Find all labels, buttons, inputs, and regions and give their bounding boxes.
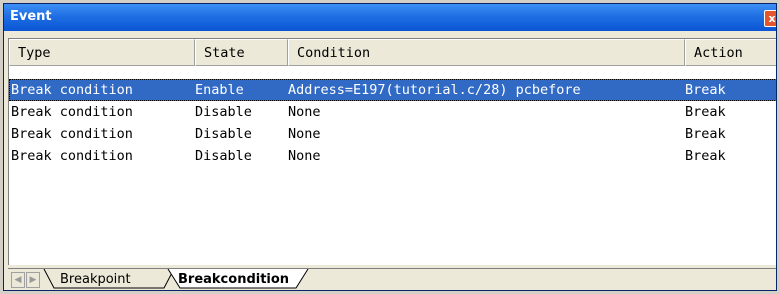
- title-bar[interactable]: Event x: [4, 4, 776, 31]
- sheet-tab-strip: ◀ ▶ Breakpoint Breakcondition: [8, 268, 776, 290]
- cell-condition: Address=E197(tutorial.c/28) pcbefore: [288, 82, 581, 98]
- tab-breakcondition[interactable]: Breakcondition: [178, 269, 289, 289]
- close-button[interactable]: x: [764, 10, 776, 27]
- list-header: Type State Condition Action: [9, 39, 776, 66]
- column-header-action[interactable]: Action: [685, 39, 776, 66]
- cell-condition: None: [288, 148, 321, 164]
- table-row[interactable]: Break condition Enable Address=E197(tuto…: [9, 79, 776, 101]
- cell-state: Disable: [195, 126, 252, 142]
- event-window: Event x Type State Condition Action Brea…: [3, 3, 777, 291]
- cell-action: Break: [685, 82, 726, 98]
- cell-state: Enable: [195, 82, 244, 98]
- close-icon: x: [768, 12, 776, 25]
- cell-type: Break condition: [11, 82, 133, 98]
- column-header-state[interactable]: State: [195, 39, 288, 66]
- cell-type: Break condition: [11, 104, 133, 120]
- cell-action: Break: [685, 126, 726, 142]
- column-header-condition[interactable]: Condition: [288, 39, 685, 66]
- cell-type: Break condition: [11, 148, 133, 164]
- cell-state: Disable: [195, 104, 252, 120]
- column-header-type[interactable]: Type: [9, 39, 195, 66]
- table-row[interactable]: Break condition Disable None Break: [9, 101, 776, 123]
- cell-condition: None: [288, 126, 321, 142]
- window-title: Event: [10, 9, 52, 24]
- event-list[interactable]: Type State Condition Action Break condit…: [8, 38, 776, 265]
- cell-action: Break: [685, 148, 726, 164]
- cell-state: Disable: [195, 148, 252, 164]
- cell-action: Break: [685, 104, 726, 120]
- table-row[interactable]: Break condition Disable None Break: [9, 123, 776, 145]
- cell-type: Break condition: [11, 126, 133, 142]
- tab-breakpoint[interactable]: Breakpoint: [60, 269, 131, 289]
- cell-condition: None: [288, 104, 321, 120]
- table-row[interactable]: Break condition Disable None Break: [9, 145, 776, 167]
